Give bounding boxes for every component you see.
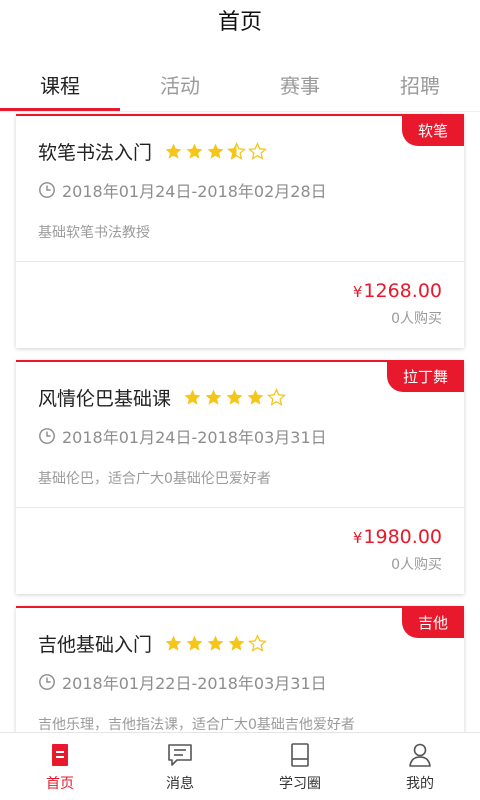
star-rating [164,634,269,653]
star-icon-empty [267,388,286,406]
tab-bar: 课程 活动 赛事 招聘 [0,58,480,112]
category-badge: 软笔 [401,114,464,146]
title-row: 软笔书法入门 [38,138,269,165]
course-title: 风情伦巴基础课 [38,388,172,410]
course-description: 吉他乐理，吉他指法课，适合广大0基础吉他爱好者 [38,717,355,732]
date-row: 2018年01月24日-2018年02月28日 [38,178,327,202]
tab-recruitment[interactable]: 招聘 [360,58,480,111]
star-icon-full [228,635,245,651]
course-description: 基础软笔书法教授 [38,225,150,241]
app-root: 首页 课程 活动 赛事 招聘 软笔 软笔书法入门 2018年01月24日-201… [0,0,480,800]
course-title: 吉他基础入门 [38,634,153,656]
date-range: 2018年01月22日-2018年03月31日 [62,674,327,693]
tab-competitions[interactable]: 赛事 [240,58,360,111]
clock-icon [39,182,55,198]
category-badge: 拉丁舞 [386,360,464,392]
star-rating [183,388,288,407]
star-rating [164,142,269,161]
purchase-count: 0人购买 [391,557,442,573]
course-card[interactable]: 软笔 软笔书法入门 2018年01月24日-2018年02月28日 基础软笔书法… [16,114,464,348]
course-description: 基础伦巴，适合广大0基础伦巴爱好者 [38,471,271,487]
nav-home[interactable]: 首页 [0,733,120,800]
nav-label: 学习圈 [279,776,321,792]
star-icon-empty [248,634,267,652]
star-icon-full [247,389,264,405]
price-value: 1268.00 [363,280,442,302]
profile-icon [409,743,431,767]
price: ¥1268.00 [353,280,442,302]
course-list[interactable]: 软笔 软笔书法入门 2018年01月24日-2018年02月28日 基础软笔书法… [0,112,480,732]
course-card[interactable]: 拉丁舞 风情伦巴基础课 2018年01月24日-2018年03月31日 基础伦巴… [16,360,464,594]
book-icon [291,743,309,767]
nav-label: 首页 [46,776,74,792]
purchase-count: 0人购买 [391,311,442,327]
course-card-footer: ¥1980.00 0人购买 [16,508,464,594]
nav-study-circle[interactable]: 学习圈 [240,733,360,800]
currency-symbol: ¥ [352,283,363,301]
price: ¥1980.00 [353,526,442,548]
course-card-info: 吉他 吉他基础入门 2018年01月22日-2018年03月31日 吉他乐理，吉… [16,606,464,732]
tab-courses[interactable]: 课程 [0,58,120,111]
date-range: 2018年01月24日-2018年03月31日 [62,428,327,447]
star-icon-half [227,142,246,160]
title-row: 吉他基础入门 [38,630,269,657]
nav-messages[interactable]: 消息 [120,733,240,800]
star-icon-full [186,635,203,651]
star-icon-full [205,389,222,405]
star-icon-full [184,389,201,405]
course-card-footer: ¥1268.00 0人购买 [16,262,464,348]
clock-icon [39,428,55,444]
category-badge: 吉他 [401,606,464,638]
page-title: 首页 [217,10,262,35]
course-title: 软笔书法入门 [38,142,153,164]
price-value: 1980.00 [363,526,442,548]
bottom-nav: 首页 消息 学习圈 我的 [0,732,480,800]
star-icon-empty [248,142,267,160]
nav-profile[interactable]: 我的 [360,733,480,800]
date-row: 2018年01月22日-2018年03月31日 [38,670,327,694]
course-card[interactable]: 吉他 吉他基础入门 2018年01月22日-2018年03月31日 吉他乐理，吉… [16,606,464,732]
star-icon-full [165,143,182,159]
star-icon-full [165,635,182,651]
message-icon [168,744,192,766]
date-row: 2018年01月24日-2018年03月31日 [38,424,327,448]
date-range: 2018年01月24日-2018年02月28日 [62,182,327,201]
nav-label: 我的 [406,776,434,792]
home-icon [52,744,68,766]
currency-symbol: ¥ [352,529,363,547]
tab-activities[interactable]: 活动 [120,58,240,111]
title-row: 风情伦巴基础课 [38,384,288,411]
course-card-info: 软笔 软笔书法入门 2018年01月24日-2018年02月28日 基础软笔书法… [16,114,464,262]
clock-icon [39,674,55,690]
nav-label: 消息 [166,776,194,792]
star-icon-full [226,389,243,405]
star-icon-full [207,635,224,651]
star-icon-full [186,143,203,159]
course-card-info: 拉丁舞 风情伦巴基础课 2018年01月24日-2018年03月31日 基础伦巴… [16,360,464,508]
star-icon-full [207,143,224,159]
